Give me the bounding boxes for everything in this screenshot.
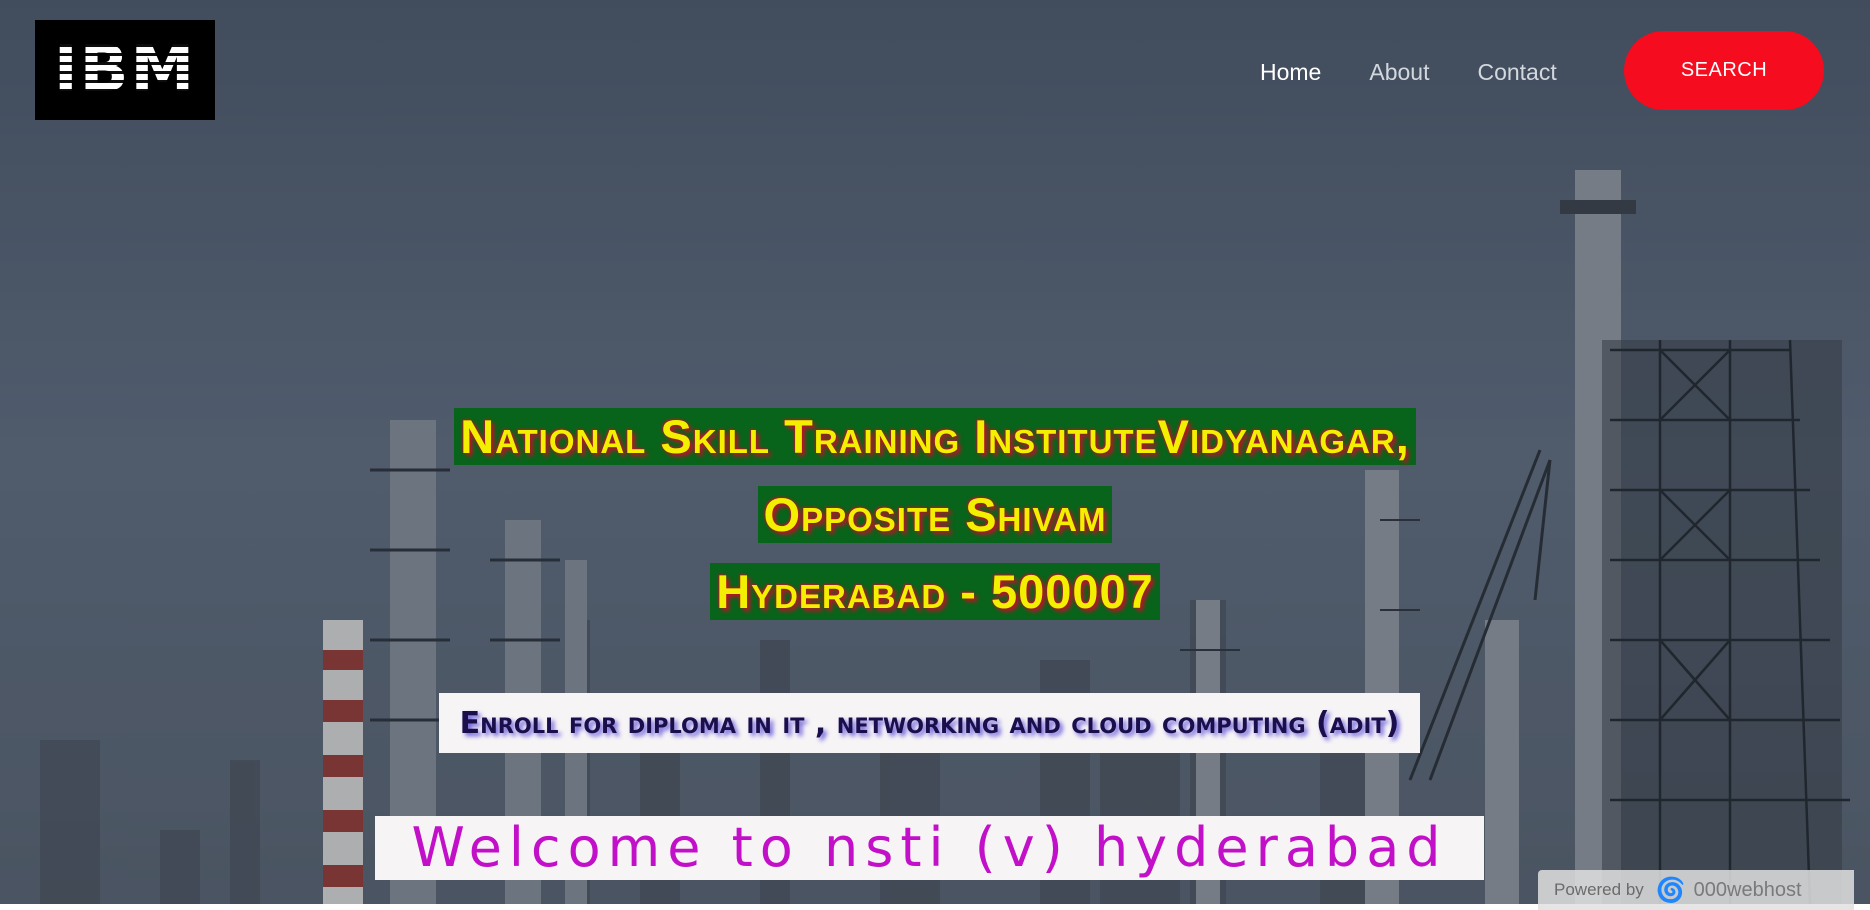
heading-line-1-wrap: National Skill Training InstituteVidyana… — [0, 408, 1870, 465]
powered-label: Powered by — [1554, 880, 1644, 899]
nav-contact-link[interactable]: Contact — [1477, 52, 1556, 92]
search-button[interactable]: SEARCH — [1624, 31, 1824, 110]
nav-about-link[interactable]: About — [1369, 52, 1429, 92]
enroll-banner: Enroll for diploma in it , networking an… — [439, 693, 1420, 753]
main-nav: Home About Contact — [1260, 52, 1605, 92]
logo-text: IBM — [53, 33, 197, 107]
ibm-logo[interactable]: IBM — [35, 20, 215, 120]
heading-line-3-wrap: Hyderabad - 500007 — [0, 563, 1870, 620]
powered-by-badge[interactable]: Powered by 🌀 000webhost — [1538, 870, 1854, 910]
nav-home-link[interactable]: Home — [1260, 52, 1321, 92]
heading-line-2: Opposite Shivam — [757, 486, 1113, 543]
powered-brand: 000webhost — [1693, 878, 1802, 901]
welcome-banner: Welcome to nsti (v) hyderabad — [375, 816, 1484, 880]
enroll-text: Enroll for diploma in it , networking an… — [459, 705, 1400, 741]
heading-line-2-wrap: Opposite Shivam — [0, 486, 1870, 543]
000webhost-swirl-icon: 🌀 — [1655, 876, 1686, 904]
heading-line-1: National Skill Training InstituteVidyana… — [454, 408, 1416, 465]
welcome-text: Welcome to nsti (v) hyderabad — [411, 816, 1448, 879]
heading-line-3: Hyderabad - 500007 — [710, 563, 1160, 620]
